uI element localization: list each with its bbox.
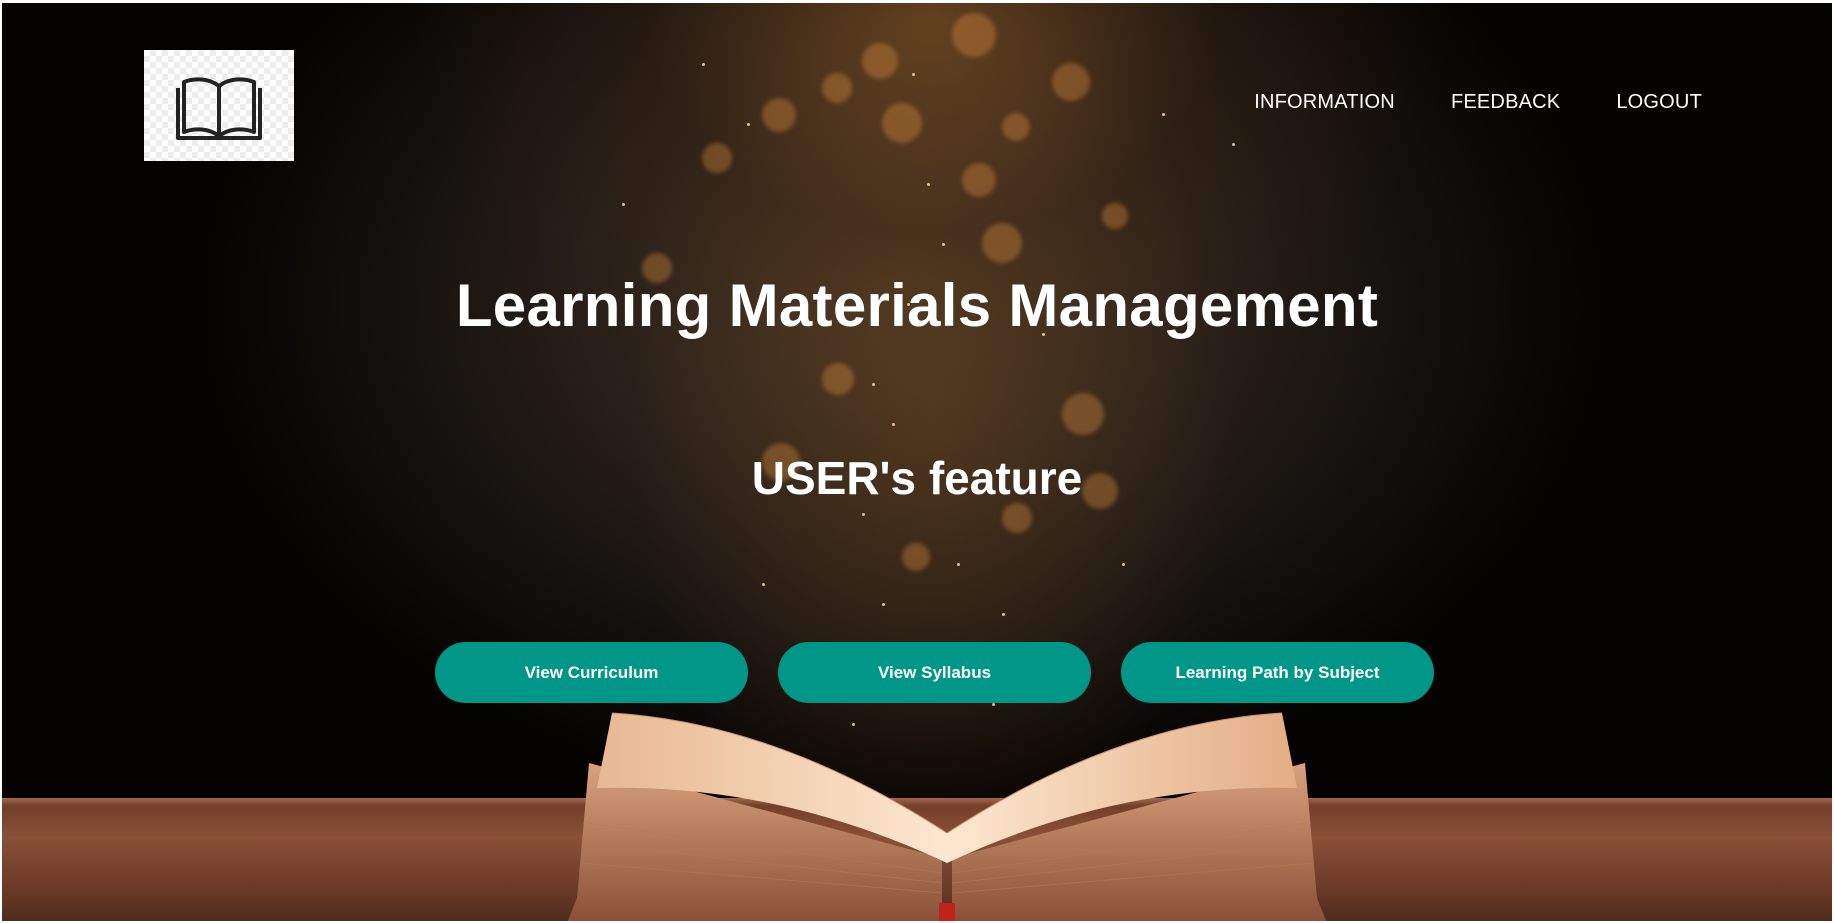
view-syllabus-button[interactable]: View Syllabus	[778, 642, 1091, 703]
nav-information[interactable]: INFORMATION	[1254, 91, 1395, 114]
open-book-illustration	[567, 712, 1327, 921]
hero-section: INFORMATION FEEDBACK LOGOUT Learning Mat…	[2, 3, 1832, 921]
nav-feedback[interactable]: FEEDBACK	[1451, 91, 1560, 114]
learning-path-button[interactable]: Learning Path by Subject	[1121, 642, 1434, 703]
open-book-icon	[176, 76, 262, 140]
nav-logout[interactable]: LOGOUT	[1616, 91, 1702, 114]
page-frame: INFORMATION FEEDBACK LOGOUT Learning Mat…	[0, 0, 1834, 923]
logo[interactable]	[144, 50, 294, 161]
top-nav: INFORMATION FEEDBACK LOGOUT	[1254, 91, 1702, 114]
page-subtitle: USER's feature	[751, 452, 1083, 504]
page-title: Learning Materials Management	[455, 272, 1379, 339]
view-curriculum-button[interactable]: View Curriculum	[435, 642, 748, 703]
